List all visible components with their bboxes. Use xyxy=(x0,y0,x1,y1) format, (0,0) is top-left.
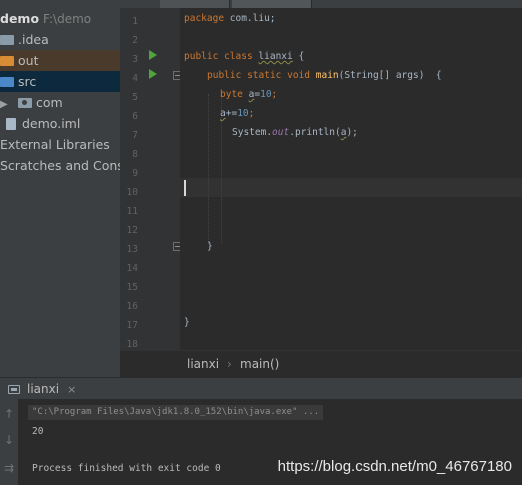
code-line-14: } xyxy=(207,241,213,252)
folder-icon xyxy=(0,35,14,45)
source-folder-icon xyxy=(0,77,14,87)
tree-root-path: F:\demo xyxy=(43,12,92,26)
console-output[interactable]: "C:\Program Files\Java\jdk1.8.0_152\bin\… xyxy=(18,399,522,485)
run-main-icon[interactable] xyxy=(149,69,157,79)
tree-item-demo-iml[interactable]: demo.iml xyxy=(0,113,120,134)
line-number: 10 xyxy=(126,187,138,198)
line-number: 2 xyxy=(132,35,138,46)
console-command-line: "C:\Program Files\Java\jdk1.8.0_152\bin\… xyxy=(28,405,324,420)
package-icon xyxy=(18,98,32,108)
code-line-6: a+=10; xyxy=(220,108,255,119)
code-line-7: System.out.println(a); xyxy=(232,127,358,138)
line-number: 9 xyxy=(132,168,138,179)
line-number: 12 xyxy=(126,225,138,236)
line-number: 1 xyxy=(132,16,138,27)
line-number: 15 xyxy=(126,282,138,293)
code-editor[interactable]: package com.liu; public class lianxi { p… xyxy=(180,8,522,350)
run-tab-label: lianxi xyxy=(27,382,60,396)
run-toolbar: ↑ ↓ ⇉ xyxy=(0,399,18,485)
line-number: 11 xyxy=(126,206,138,217)
line-number: 13 xyxy=(126,244,138,255)
line-number: 8 xyxy=(132,149,138,160)
tree-root-label: demo xyxy=(0,11,40,26)
breadcrumb-separator: › xyxy=(227,357,232,371)
tree-item-label: .idea xyxy=(18,32,49,47)
console-exit-message: Process finished with exit code 0 xyxy=(32,463,221,474)
tree-item-scratches[interactable]: Scratches and Consoles xyxy=(0,155,120,176)
project-panel: demo F:\demo .idea out src ▶ com demo.iml … xyxy=(0,0,120,377)
scroll-down-icon[interactable]: ↓ xyxy=(1,433,17,447)
code-line-3: public class lianxi { xyxy=(184,51,305,62)
line-number: 16 xyxy=(126,301,138,312)
line-number: 5 xyxy=(132,92,138,103)
tree-item-idea[interactable]: .idea xyxy=(0,29,120,50)
tree-item-label: demo.iml xyxy=(22,116,81,131)
line-number: 4 xyxy=(132,73,138,84)
tree-item-label: Scratches and Consoles xyxy=(0,158,120,173)
tree-item-label: src xyxy=(18,74,37,89)
breadcrumb-method[interactable]: main() xyxy=(240,351,279,378)
tree-root-demo[interactable]: demo F:\demo xyxy=(0,8,120,29)
tree-item-label: External Libraries xyxy=(0,137,110,152)
soft-wrap-icon[interactable]: ⇉ xyxy=(1,461,17,475)
expand-arrow-icon[interactable]: ▶ xyxy=(0,94,12,115)
tree-item-out[interactable]: out xyxy=(0,50,120,71)
line-number: 18 xyxy=(126,339,138,350)
editor-tab[interactable] xyxy=(160,0,230,8)
tree-item-com[interactable]: ▶ com xyxy=(0,92,120,113)
line-number: 3 xyxy=(132,54,138,65)
run-class-icon[interactable] xyxy=(149,50,157,60)
tree-item-external-libraries[interactable]: External Libraries xyxy=(0,134,120,155)
code-line-5: byte a=10; xyxy=(220,89,278,100)
code-line-17: } xyxy=(184,317,190,328)
scroll-up-icon[interactable]: ↑ xyxy=(1,407,17,421)
code-line-1: package com.liu; xyxy=(184,13,276,24)
line-number: 14 xyxy=(126,263,138,274)
line-number: 17 xyxy=(126,320,138,331)
file-icon xyxy=(6,118,16,130)
line-number: 6 xyxy=(132,111,138,122)
indent-guide xyxy=(208,94,209,244)
run-config-icon xyxy=(8,385,20,394)
run-tab-lianxi[interactable]: lianxi × xyxy=(8,378,76,400)
text-caret xyxy=(184,180,186,196)
editor-gutter: 1 2 3 4 5 6 7 8 9 10 11 12 13 14 15 16 1… xyxy=(120,8,182,350)
tree-item-label: out xyxy=(18,53,39,68)
run-panel-header: lianxi × xyxy=(0,377,522,399)
watermark: https://blog.csdn.net/m0_46767180 xyxy=(277,458,512,475)
editor-tab-active[interactable] xyxy=(232,0,312,8)
folder-icon xyxy=(0,56,14,66)
console-output-line: 20 xyxy=(32,426,44,437)
breadcrumb: lianxi › main() xyxy=(120,350,522,377)
breadcrumb-class[interactable]: lianxi xyxy=(187,351,219,378)
line-number: 7 xyxy=(132,130,138,141)
tree-item-src[interactable]: src xyxy=(0,71,120,92)
editor-tabs xyxy=(120,0,522,8)
current-line-highlight xyxy=(180,178,522,197)
close-icon[interactable]: × xyxy=(67,383,76,396)
tree-item-label: com xyxy=(36,95,63,110)
code-line-4: public static void main(String[] args) { xyxy=(207,70,442,81)
